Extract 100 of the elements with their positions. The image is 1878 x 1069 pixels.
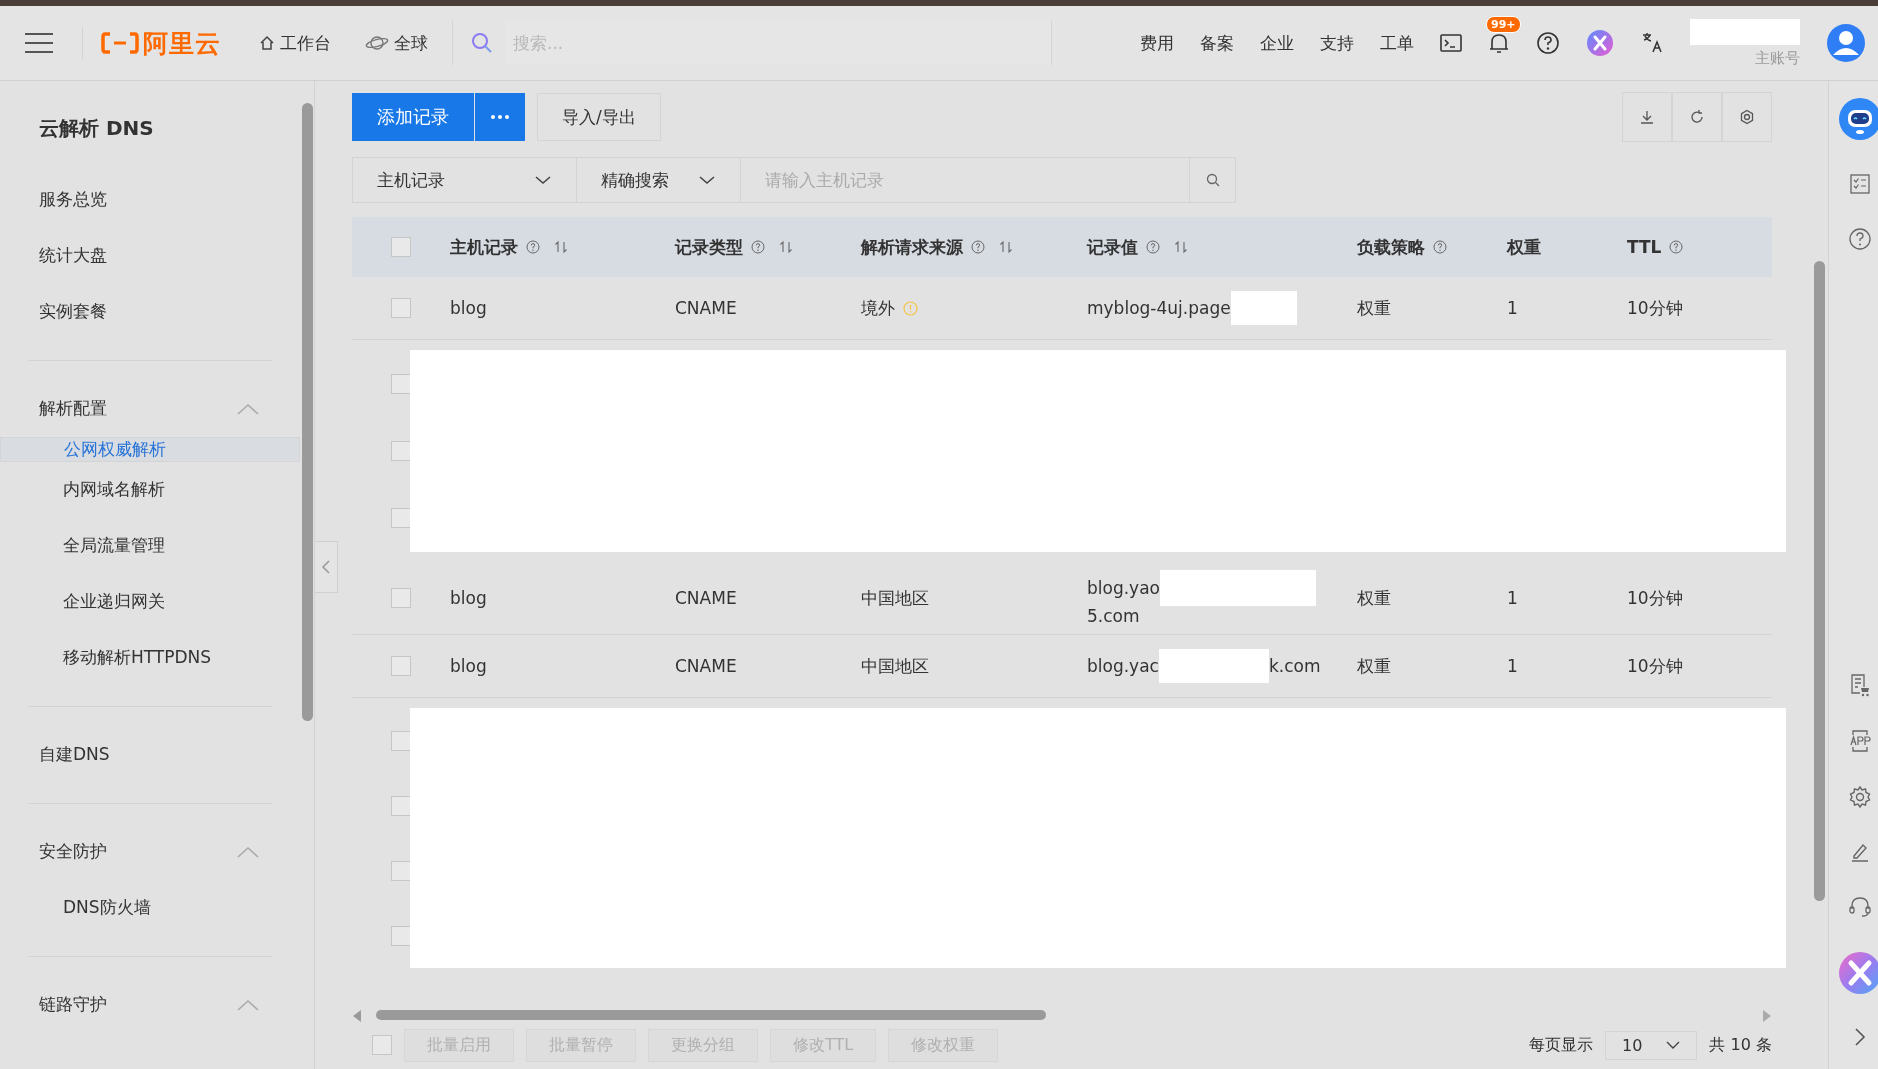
table-cell: 1 <box>1507 656 1518 676</box>
row-checkbox[interactable] <box>391 656 411 676</box>
checklist-icon[interactable] <box>1849 173 1871 195</box>
app-icon[interactable] <box>1586 29 1614 57</box>
select-all-checkbox[interactable] <box>372 1035 392 1055</box>
account-label: 主账号 <box>1755 48 1800 68</box>
page-size-label: 每页显示 <box>1529 1034 1594 1056</box>
logo-icon <box>101 32 139 54</box>
table-cell: myblog-4uj.page <box>1087 298 1231 318</box>
sidebar-item[interactable]: 自建DNS <box>0 727 300 783</box>
table-cell: blog.yac <box>1087 656 1159 676</box>
select-all-checkbox[interactable] <box>391 237 411 257</box>
row-checkbox[interactable] <box>391 441 411 461</box>
scrollbar-thumb[interactable] <box>376 1010 1046 1020</box>
table-cell: blog <box>450 588 487 608</box>
row-checkbox[interactable] <box>391 588 411 608</box>
sidebar-item[interactable]: 统计大盘 <box>0 228 300 284</box>
avatar-icon[interactable] <box>1826 23 1866 63</box>
region-button[interactable]: 全球 <box>355 25 438 61</box>
sidebar-group[interactable]: 链路守护 <box>39 993 107 1016</box>
table-cell: blog <box>450 298 487 318</box>
sidebar-item[interactable]: 实例套餐 <box>0 284 300 340</box>
add-record-button[interactable]: 添加记录 <box>352 93 474 141</box>
nav-link[interactable]: 支持 <box>1320 31 1354 55</box>
caret-icon <box>1666 1041 1681 1049</box>
page-size-select[interactable]: 10 <box>1605 1030 1698 1060</box>
workbench-button[interactable]: 工作台 <box>249 25 341 61</box>
table-cell: 1 <box>1507 588 1518 608</box>
settings-icon[interactable] <box>1848 785 1872 809</box>
row-checkbox[interactable] <box>391 925 411 946</box>
nav-link[interactable]: 备案 <box>1200 31 1234 55</box>
download-icon <box>1639 109 1655 125</box>
sort-icon[interactable] <box>1174 240 1188 254</box>
sidebar-item[interactable]: 内网域名解析 <box>0 462 300 518</box>
row-checkbox[interactable] <box>391 860 411 881</box>
sidebar-item[interactable]: 企业递归网关 <box>0 574 300 630</box>
row-checkbox[interactable] <box>391 730 411 751</box>
table-cell: 中国地区 <box>861 654 929 678</box>
scrollbar-thumb[interactable] <box>301 103 313 721</box>
menu-icon[interactable] <box>24 32 54 54</box>
robot-icon[interactable] <box>1838 97 1878 141</box>
refresh-button[interactable] <box>1672 92 1722 142</box>
sort-icon[interactable] <box>554 240 568 254</box>
headset-icon[interactable] <box>1848 895 1872 919</box>
settings-button[interactable] <box>1722 92 1772 142</box>
help-icon[interactable] <box>1536 31 1560 55</box>
sidebar-item[interactable]: DNS防火墙 <box>0 880 300 936</box>
table-cell: 权重 <box>1357 586 1391 610</box>
row-checkbox[interactable] <box>391 508 411 529</box>
terminal-icon[interactable] <box>1440 33 1462 53</box>
order-cart-icon[interactable] <box>1849 673 1871 697</box>
chevron-icon[interactable] <box>236 844 260 859</box>
total-count: 共 10 条 <box>1709 1034 1772 1056</box>
help-icon[interactable] <box>1848 227 1872 251</box>
import-export-button[interactable]: 导入/导出 <box>537 93 661 141</box>
search-icon <box>1205 173 1220 187</box>
download-button[interactable] <box>1622 92 1672 142</box>
bell-icon[interactable] <box>1488 31 1510 55</box>
table-cell: blog <box>450 656 487 676</box>
scroll-right-icon[interactable] <box>1762 1010 1772 1022</box>
notification-badge: 99+ <box>1486 16 1521 33</box>
search-button[interactable] <box>1190 157 1236 203</box>
sort-icon[interactable] <box>779 240 793 254</box>
mode-select[interactable]: 精确搜索 <box>577 157 741 203</box>
table-cell: 中国地区 <box>861 586 929 610</box>
sort-icon[interactable] <box>999 240 1013 254</box>
table-cell: 境外 <box>861 296 895 320</box>
row-checkbox[interactable] <box>391 795 411 816</box>
sidebar-item[interactable]: 服务总览 <box>0 172 300 228</box>
sidebar-group[interactable]: 解析配置 <box>39 397 107 420</box>
row-checkbox[interactable] <box>391 373 411 394</box>
nav-link[interactable]: 企业 <box>1260 31 1294 55</box>
table-cell: 10分钟 <box>1627 296 1683 320</box>
nav-link[interactable]: 费用 <box>1140 31 1174 55</box>
column-header: 解析请求来源 <box>861 235 963 259</box>
chevron-left-icon <box>321 559 331 575</box>
app-phone-icon[interactable] <box>1848 729 1872 753</box>
nav-link[interactable]: 工单 <box>1380 31 1414 55</box>
column-header: 主机记录 <box>450 235 518 259</box>
host-search-field[interactable]: 请输入主机记录 <box>741 157 1190 203</box>
pencil-icon[interactable] <box>1849 841 1871 863</box>
sidebar-item[interactable]: 全局流量管理 <box>0 518 300 574</box>
redaction-block <box>1230 291 1297 325</box>
caret-icon <box>698 175 716 185</box>
sidebar-group[interactable]: 安全防护 <box>39 840 107 863</box>
field-select[interactable]: 主机记录 <box>352 157 577 203</box>
sidebar-item[interactable]: 移动解析HTTPDNS <box>0 630 300 686</box>
chevron-icon[interactable] <box>236 401 260 416</box>
collapse-handle[interactable] <box>315 541 338 593</box>
search-icon[interactable] <box>471 32 493 54</box>
column-header: 负载策略 <box>1357 235 1425 259</box>
app-icon[interactable] <box>1838 951 1878 995</box>
row-checkbox[interactable] <box>391 298 411 318</box>
translate-icon[interactable] <box>1640 31 1664 55</box>
chevron-icon[interactable] <box>236 997 260 1012</box>
scroll-left-icon[interactable] <box>352 1010 362 1022</box>
scrollbar-thumb[interactable] <box>1814 261 1825 901</box>
sidebar-title: 云解析 DNS <box>38 115 155 142</box>
column-header: 记录值 <box>1087 235 1138 259</box>
expand-icon[interactable] <box>1854 1027 1866 1047</box>
